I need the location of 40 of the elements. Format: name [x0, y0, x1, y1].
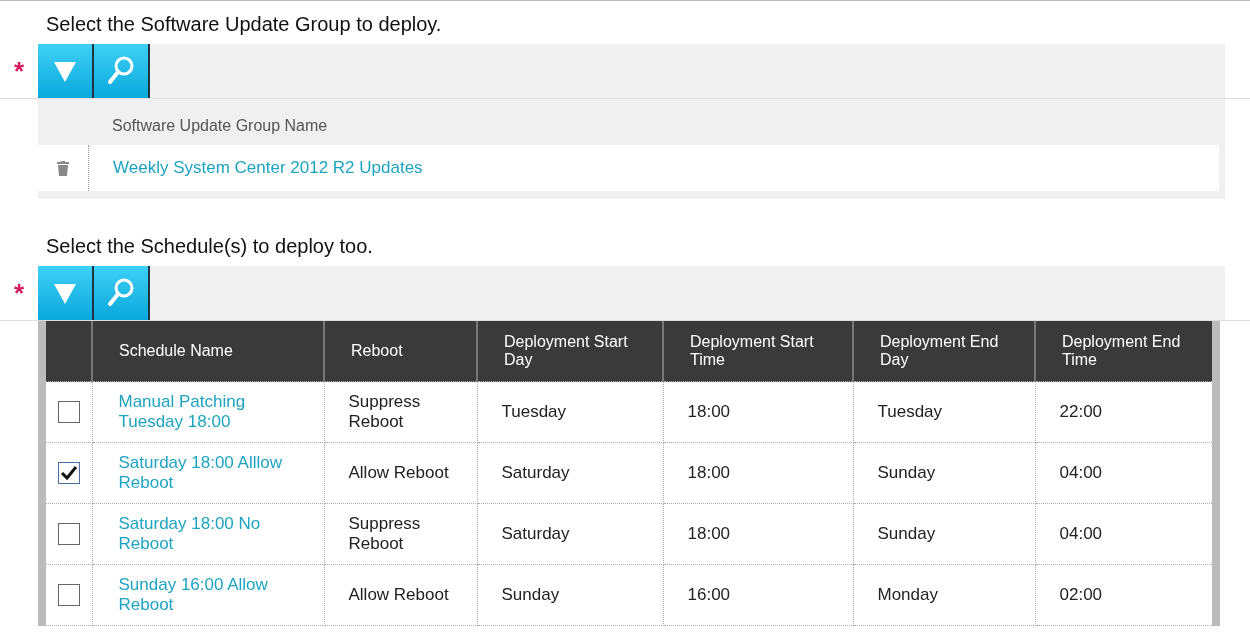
table-cell-text: Saturday — [501, 523, 571, 545]
search-button[interactable] — [94, 266, 150, 320]
table-cell-text: Saturday — [501, 462, 571, 484]
table-cell-text: Suppress Reboot — [348, 513, 422, 555]
table-cell-text: Suppress Reboot — [348, 391, 422, 433]
group-link[interactable]: Weekly System Center 2012 R2 Updates — [89, 158, 423, 178]
column-header: Deployment Start Time — [663, 321, 853, 382]
column-header: Reboot — [324, 321, 477, 382]
table-cell-text: 16:00 — [687, 584, 732, 606]
table-cell-text: Allow Reboot — [348, 584, 450, 606]
table-cell-text: Monday — [877, 584, 939, 606]
table-cell-text: 18:00 — [687, 523, 732, 545]
table-cell-text: 22:00 — [1059, 401, 1104, 423]
table-cell-text: Allow Reboot — [348, 462, 450, 484]
column-header: Schedule Name — [92, 321, 324, 382]
dropdown-button[interactable] — [38, 44, 94, 98]
table-cell-text: 18:00 — [687, 401, 732, 423]
checkbox[interactable] — [57, 462, 80, 484]
table-cell-text: 04:00 — [1059, 462, 1104, 484]
column-header: Deployment Start Day — [477, 321, 663, 382]
table-cell-text: 02:00 — [1059, 584, 1104, 606]
table-cell-text: 04:00 — [1059, 523, 1104, 545]
trash-icon[interactable] — [57, 160, 69, 176]
section-heading: Select the Software Update Group to deploy. — [45, 12, 443, 37]
table-cell-text: Sunday — [877, 523, 937, 545]
checkbox[interactable] — [57, 523, 80, 545]
table-cell-text: Tuesday — [877, 401, 944, 423]
required-mark: * — [13, 280, 25, 306]
table-cell-text: Tuesday — [501, 401, 568, 423]
dropdown-button[interactable] — [38, 266, 94, 320]
search-button[interactable] — [94, 44, 150, 98]
section-heading: Select the Schedule(s) to deploy too. — [45, 234, 374, 259]
table-cell-text: Sunday — [501, 584, 561, 606]
table-cell-text: 18:00 — [687, 462, 732, 484]
required-mark: * — [13, 58, 25, 84]
column-header: Deployment End Day — [853, 321, 1035, 382]
column-header: Software Update Group Name — [112, 117, 328, 134]
table-cell-text: Sunday — [877, 462, 937, 484]
checkbox[interactable] — [57, 584, 80, 606]
checkbox[interactable] — [57, 401, 80, 423]
